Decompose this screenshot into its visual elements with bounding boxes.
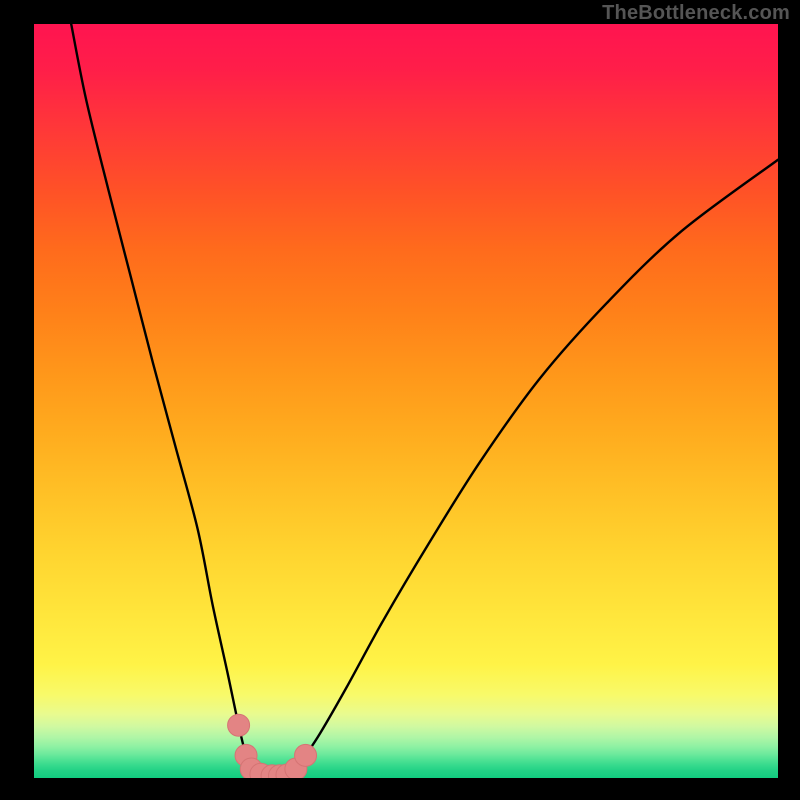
curve-layer: [34, 24, 778, 778]
plot-area: [34, 24, 778, 778]
watermark-text: TheBottleneck.com: [602, 2, 790, 25]
bottleneck-curve: [71, 24, 778, 776]
marker-group: [228, 714, 317, 778]
marker-point: [295, 744, 317, 766]
chart-frame: TheBottleneck.com: [0, 0, 800, 800]
marker-point: [228, 714, 250, 736]
